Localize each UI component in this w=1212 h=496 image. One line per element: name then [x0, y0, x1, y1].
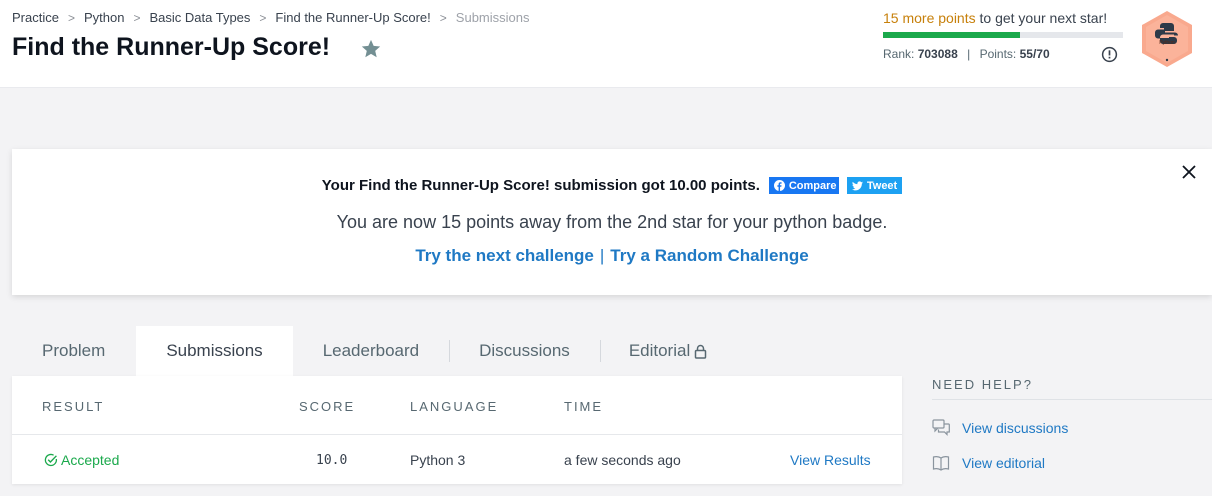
chevron-right-icon: >: [67, 10, 75, 25]
facebook-compare-button[interactable]: Compare: [768, 177, 839, 194]
view-editorial-link[interactable]: View editorial: [932, 455, 1045, 471]
twitter-icon: [851, 180, 863, 190]
table-row: Accepted 10.0 Python 3 a few seconds ago…: [12, 436, 902, 484]
tab-editorial-label: Editorial: [628, 341, 691, 360]
next-challenge-link[interactable]: Try the next challenge: [415, 246, 594, 265]
view-discussions-link[interactable]: View discussions: [932, 419, 1068, 436]
chevron-right-icon: >: [259, 10, 267, 25]
facebook-compare-label: Compare: [788, 179, 837, 192]
discussions-icon: [932, 419, 950, 436]
rank-label: Rank:: [883, 47, 915, 61]
banner-headline: Your Find the Runner-Up Score! submissio…: [12, 177, 1212, 194]
result-cell: Accepted: [44, 452, 119, 468]
points-needed: 15 more points: [883, 10, 976, 26]
column-header-language: LANGUAGE: [410, 399, 499, 414]
challenge-links-separator: |: [599, 246, 605, 265]
star-progress-bar: [883, 32, 1123, 38]
points-away-message: You are now 15 points away from the 2nd …: [336, 212, 888, 232]
next-star-progress-text: 15 more points to get your next star!: [883, 10, 1107, 26]
star-progress-fill: [883, 32, 1020, 38]
submission-result-banner: Your Find the Runner-Up Score! submissio…: [12, 149, 1212, 295]
tab-problem[interactable]: Problem: [12, 326, 136, 376]
lock-icon: [694, 344, 707, 359]
challenge-links: Try the next challenge | Try a Random Chal…: [12, 246, 1212, 266]
breadcrumb-item-basic-data-types[interactable]: Basic Data Types: [149, 10, 250, 25]
star-icon[interactable]: [360, 38, 382, 60]
result-status: Accepted: [61, 452, 120, 468]
info-icon[interactable]: [1101, 46, 1118, 63]
twitter-tweet-label: Tweet: [866, 179, 898, 192]
view-discussions-label: View discussions: [962, 419, 1069, 436]
close-icon[interactable]: [1181, 164, 1197, 180]
points-label: Points:: [979, 47, 1017, 61]
chevron-right-icon: >: [133, 10, 141, 25]
breadcrumb-item-challenge[interactable]: Find the Runner-Up Score!: [275, 10, 430, 25]
python-badge-icon[interactable]: [1140, 10, 1194, 68]
column-header-time: TIME: [564, 399, 604, 414]
check-circle-icon: [44, 453, 57, 467]
book-icon: [932, 456, 950, 471]
breadcrumb-current: Submissions: [455, 10, 530, 25]
tab-submissions[interactable]: Submissions: [136, 326, 293, 376]
score-cell: 10.0: [316, 453, 348, 468]
need-help-title: NEED HELP?: [932, 377, 1033, 392]
rank-value: 703088: [917, 47, 958, 61]
rank-separator: |: [967, 47, 971, 61]
points-value: 55/70: [1019, 47, 1050, 61]
breadcrumb: Practice > Python > Basic Data Types > F…: [12, 10, 530, 25]
page-header: Practice > Python > Basic Data Types > F…: [0, 0, 1212, 88]
tab-editorial[interactable]: Editorial: [601, 326, 707, 376]
language-cell: Python 3: [410, 452, 466, 468]
twitter-tweet-button[interactable]: Tweet: [846, 177, 903, 194]
tab-discussions[interactable]: Discussions: [450, 326, 600, 376]
next-star-suffix: to get your next star!: [975, 10, 1108, 26]
need-help-divider: [932, 399, 1212, 400]
breadcrumb-item-practice[interactable]: Practice: [12, 10, 59, 25]
view-editorial-label: View editorial: [962, 455, 1046, 471]
chevron-right-icon: >: [439, 10, 447, 25]
badge-label: Python: [1159, 40, 1175, 46]
challenge-tabs: Problem Submissions Leaderboard Discussi…: [12, 326, 707, 376]
column-header-score: SCORE: [299, 399, 356, 414]
submissions-table: RESULT SCORE LANGUAGE TIME Accepted 10.0…: [12, 376, 902, 484]
need-help-panel: NEED HELP? View discussions View editori…: [932, 377, 1212, 471]
rank-points-line: Rank: 703088 | Points: 55/70: [883, 47, 1050, 61]
page-title: Find the Runner-Up Score!: [12, 33, 331, 61]
view-results-link[interactable]: View Results: [790, 452, 871, 468]
breadcrumb-item-python[interactable]: Python: [84, 10, 124, 25]
random-challenge-link[interactable]: Try a Random Challenge: [610, 246, 808, 265]
time-cell: a few seconds ago: [564, 452, 681, 468]
tab-leaderboard[interactable]: Leaderboard: [293, 326, 449, 376]
submission-points-message: Your Find the Runner-Up Score! submissio…: [321, 177, 760, 194]
column-header-result: RESULT: [42, 399, 105, 414]
facebook-icon: [773, 180, 785, 191]
table-header: RESULT SCORE LANGUAGE TIME: [12, 376, 902, 435]
